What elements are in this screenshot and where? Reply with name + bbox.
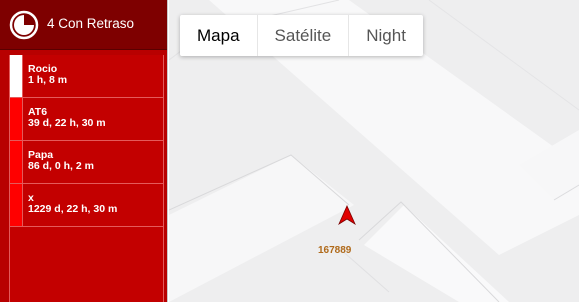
list-item-rocio[interactable]: Rocio 1 h, 8 m bbox=[10, 55, 163, 98]
map-type-tab-night[interactable]: Night bbox=[349, 15, 423, 56]
status-indicator bbox=[10, 55, 23, 97]
list-item-papa[interactable]: Papa 86 d, 0 h, 2 m bbox=[10, 141, 163, 184]
clock-icon bbox=[9, 10, 39, 40]
map-type-control: Mapa Satélite Night bbox=[180, 15, 423, 56]
list-item-at6[interactable]: AT6 39 d, 22 h, 30 m bbox=[10, 98, 163, 141]
navigation-arrow-icon[interactable] bbox=[338, 205, 356, 225]
status-indicator bbox=[10, 98, 23, 140]
delay-panel-header: 4 Con Retraso bbox=[0, 0, 167, 50]
delayed-vehicle-list: Rocio 1 h, 8 m AT6 39 d, 22 h, 30 m Papa… bbox=[9, 55, 164, 302]
status-indicator bbox=[10, 141, 23, 183]
vehicle-marker-label: 167889 bbox=[318, 245, 352, 256]
list-item-x[interactable]: x 1229 d, 22 h, 30 m bbox=[10, 184, 163, 227]
delay-time: 86 d, 0 h, 2 m bbox=[28, 160, 94, 172]
delay-time: 39 d, 22 h, 30 m bbox=[28, 117, 106, 129]
status-indicator bbox=[10, 184, 23, 226]
delay-panel: 4 Con Retraso Rocio 1 h, 8 m AT6 39 d, 2… bbox=[0, 0, 168, 302]
delay-count-title: 4 Con Retraso bbox=[47, 16, 135, 31]
delay-time: 1229 d, 22 h, 30 m bbox=[28, 203, 118, 215]
map-type-tab-satelite[interactable]: Satélite bbox=[258, 15, 350, 56]
map-type-tab-mapa[interactable]: Mapa bbox=[180, 15, 258, 56]
delay-time: 1 h, 8 m bbox=[28, 74, 68, 86]
